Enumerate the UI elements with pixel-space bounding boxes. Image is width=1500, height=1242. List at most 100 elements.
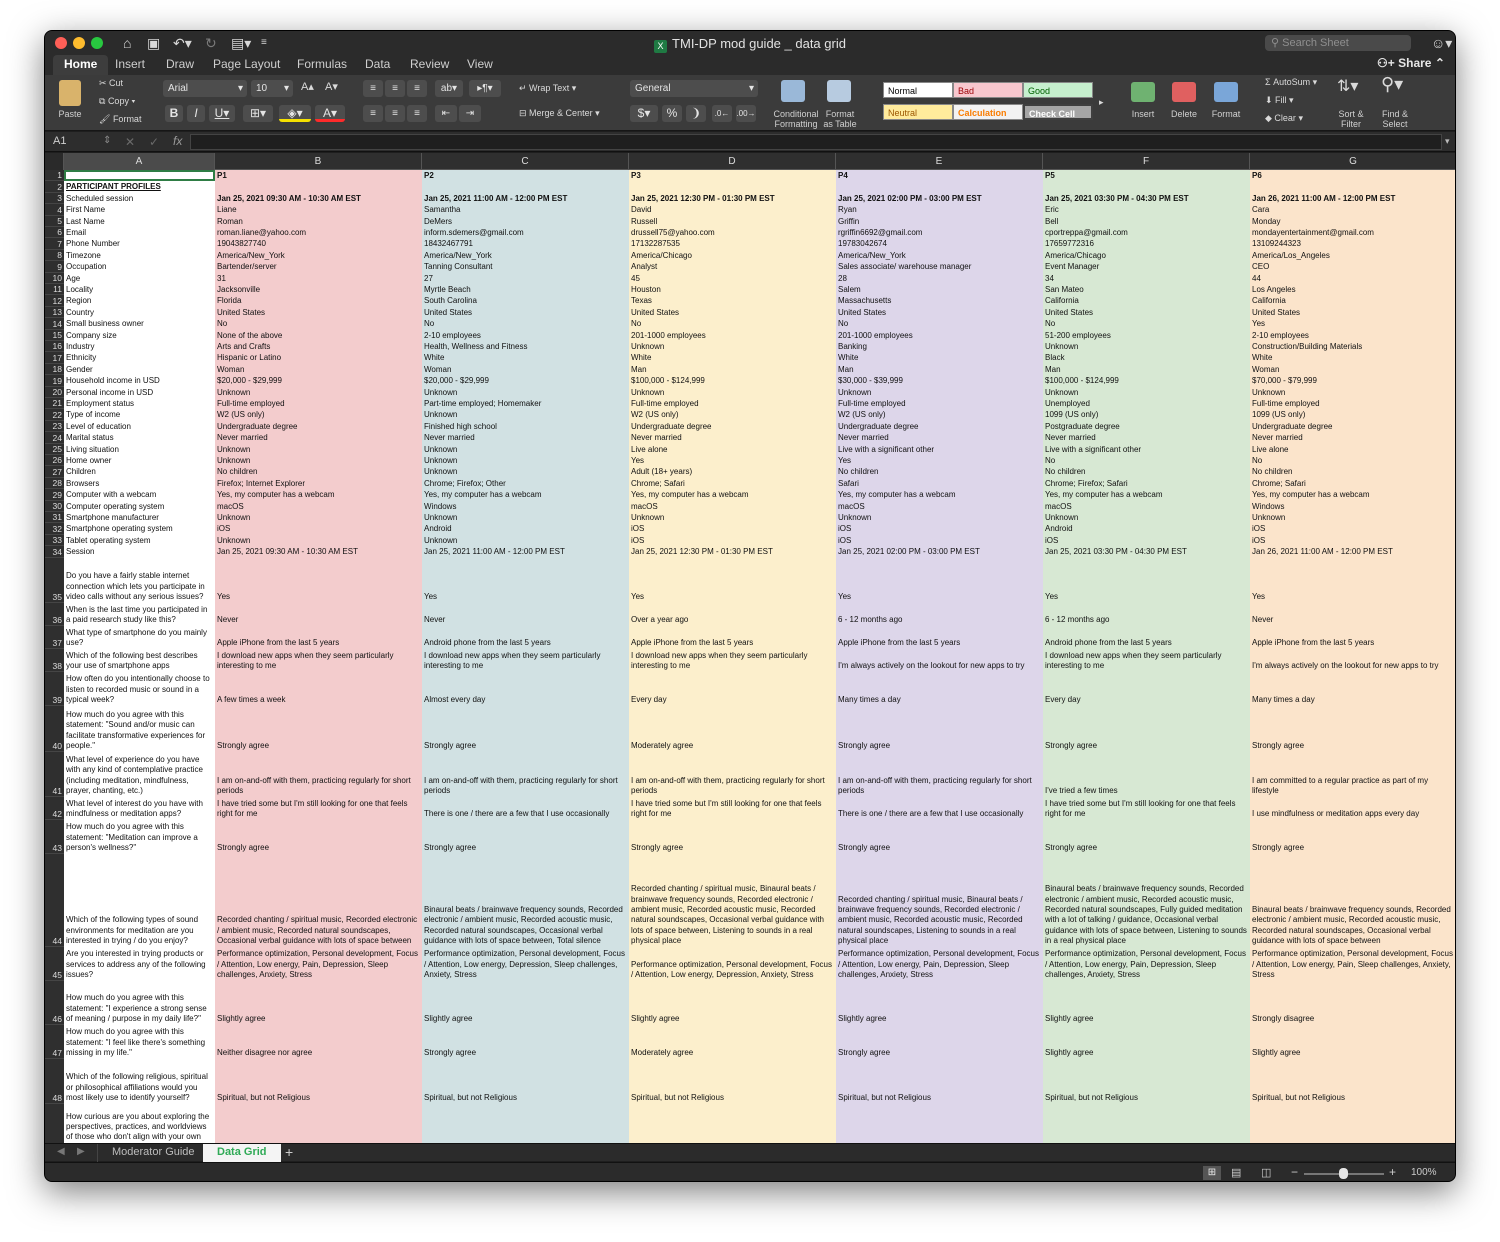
data-cell[interactable]: 13109244323 (1252, 238, 1455, 249)
data-cell[interactable]: Binaural beats / brainwave frequency sou… (1252, 854, 1455, 947)
align-bottom-icon[interactable]: ≡ (407, 80, 427, 97)
row-header[interactable]: 3 (45, 193, 64, 205)
row-header[interactable]: 45 (45, 947, 64, 981)
data-cell[interactable]: A few times a week (217, 672, 420, 706)
participant-header-cell[interactable]: P2 (424, 170, 627, 181)
data-cell[interactable]: Jan 26, 2021 11:00 AM - 12:00 PM EST (1252, 546, 1455, 557)
column-header-b[interactable]: B (215, 153, 422, 170)
insert-cells-label[interactable]: Insert (1125, 109, 1161, 119)
data-cell[interactable]: Adult (18+ years) (631, 466, 834, 477)
data-cell[interactable]: Spiritual, but not Religious (838, 1059, 1041, 1104)
data-cell[interactable]: South Carolina (424, 295, 627, 306)
row-header[interactable]: 42 (45, 797, 64, 820)
font-name-select[interactable]: Arial ▾ (163, 80, 247, 97)
row-header[interactable]: 39 (45, 672, 64, 706)
field-label-cell[interactable]: What type of smartphone do you mainly us… (66, 626, 213, 649)
find-select-icon[interactable]: ⚲▾ (1381, 75, 1403, 93)
data-cell[interactable] (217, 1104, 420, 1143)
data-cell[interactable]: Liane (217, 204, 420, 215)
field-label-cell[interactable]: Marital status (66, 432, 213, 443)
data-cell[interactable]: No (424, 318, 627, 329)
cut-button[interactable]: ✂ Cut (99, 78, 123, 89)
data-cell[interactable]: 6 - 12 months ago (1045, 603, 1248, 626)
data-cell[interactable]: 201-1000 employees (631, 330, 834, 341)
data-cell[interactable] (424, 181, 627, 192)
row-header[interactable]: 2 (45, 181, 64, 193)
text-direction-icon[interactable]: ▸¶▾ (469, 80, 501, 97)
data-cell[interactable]: Part-time employed; Homemaker (424, 398, 627, 409)
fx-icon[interactable]: fx (173, 134, 182, 148)
data-cell[interactable] (631, 181, 834, 192)
row-header[interactable]: 18 (45, 364, 64, 376)
data-cell[interactable]: Apple iPhone from the last 5 years (631, 626, 834, 649)
data-cell[interactable]: Never married (1045, 432, 1248, 443)
data-cell[interactable]: 6 - 12 months ago (838, 603, 1041, 626)
data-cell[interactable]: Unknown (1045, 341, 1248, 352)
percent-icon[interactable]: % (662, 105, 682, 122)
data-cell[interactable]: Neither disagree nor agree (217, 1025, 420, 1059)
data-cell[interactable]: 2-10 employees (424, 330, 627, 341)
merge-center-button[interactable]: ⊟ Merge & Center ▾ (519, 108, 600, 119)
data-cell[interactable]: Jan 25, 2021 11:00 AM - 12:00 PM EST (424, 546, 627, 557)
row-header[interactable]: 35 (45, 558, 64, 603)
row-header[interactable]: 26 (45, 455, 64, 467)
data-cell[interactable]: I am on-and-off with them, practicing re… (217, 752, 420, 797)
data-cell[interactable]: Performance optimization, Personal devel… (424, 947, 627, 981)
data-cell[interactable]: San Mateo (1045, 284, 1248, 295)
data-cell[interactable]: Black (1045, 352, 1248, 363)
data-cell[interactable]: Strongly agree (838, 820, 1041, 854)
style-calculation[interactable]: Calculation (953, 104, 1023, 120)
tab-view[interactable]: View (467, 55, 493, 75)
font-size-select[interactable]: 10 ▾ (251, 80, 293, 97)
data-cell[interactable]: Recorded chanting / spiritual music, Bin… (838, 854, 1041, 947)
data-cell[interactable]: I download new apps when they seem parti… (1045, 649, 1248, 672)
field-label-cell[interactable]: Age (66, 273, 213, 284)
data-cell[interactable]: No children (838, 466, 1041, 477)
data-cell[interactable]: Man (1045, 364, 1248, 375)
field-label-cell[interactable]: How curious are you about exploring the … (66, 1104, 213, 1143)
row-header[interactable]: 43 (45, 820, 64, 854)
data-cell[interactable]: Unknown (424, 409, 627, 420)
data-cell[interactable]: I am committed to a regular practice as … (1252, 752, 1455, 797)
page-break-view-icon[interactable]: ◫ (1261, 1166, 1271, 1179)
data-cell[interactable]: DeMers (424, 216, 627, 227)
row-header[interactable]: 27 (45, 466, 64, 478)
data-cell[interactable]: Jan 25, 2021 12:30 PM - 01:30 PM EST (631, 546, 834, 557)
data-cell[interactable]: United States (1252, 307, 1455, 318)
field-label-cell[interactable]: Type of income (66, 409, 213, 420)
comma-icon[interactable]: ❩ (686, 105, 706, 122)
row-header[interactable]: 8 (45, 250, 64, 262)
row-header[interactable]: 25 (45, 444, 64, 455)
clear-button[interactable]: ◆ Clear ▾ (1265, 113, 1303, 124)
normal-view-icon[interactable]: ⊞ (1203, 1166, 1221, 1180)
fill-button[interactable]: ⬇ Fill ▾ (1265, 95, 1294, 106)
row-header[interactable]: 13 (45, 307, 64, 319)
name-box-stepper-icon[interactable]: ⇕ (103, 135, 111, 146)
data-cell[interactable]: Strongly agree (1045, 820, 1248, 854)
field-label-cell[interactable]: When is the last time you participated i… (66, 603, 213, 626)
style-normal[interactable]: Normal (883, 82, 953, 98)
tab-review[interactable]: Review (410, 55, 449, 75)
data-cell[interactable]: Salem (838, 284, 1041, 295)
field-label-cell[interactable]: Company size (66, 330, 213, 341)
increase-indent-icon[interactable]: ⇥ (459, 105, 481, 122)
field-label-cell[interactable]: PARTICIPANT PROFILES (66, 181, 213, 192)
field-label-cell[interactable]: How much do you agree with this statemen… (66, 820, 213, 854)
currency-icon[interactable]: $▾ (630, 105, 658, 122)
data-cell[interactable]: Performance optimization, Personal devel… (217, 947, 420, 981)
wrap-text-button[interactable]: ↵ Wrap Text ▾ (519, 83, 576, 94)
field-label-cell[interactable]: Computer operating system (66, 501, 213, 512)
data-cell[interactable]: Apple iPhone from the last 5 years (217, 626, 420, 649)
data-cell[interactable]: Spiritual, but not Religious (217, 1059, 420, 1104)
column-header-d[interactable]: D (629, 153, 836, 170)
field-label-cell[interactable]: Are you interested in trying products or… (66, 947, 213, 981)
data-cell[interactable]: Strongly agree (1252, 706, 1455, 752)
data-cell[interactable]: Yes (838, 455, 1041, 466)
align-right-icon[interactable]: ≡ (407, 105, 427, 122)
data-cell[interactable]: macOS (838, 501, 1041, 512)
data-cell[interactable]: Analyst (631, 261, 834, 272)
field-label-cell[interactable]: Smartphone operating system (66, 523, 213, 534)
data-cell[interactable] (1252, 181, 1455, 192)
data-cell[interactable]: Chrome; Safari (631, 478, 834, 489)
data-cell[interactable]: Woman (424, 364, 627, 375)
